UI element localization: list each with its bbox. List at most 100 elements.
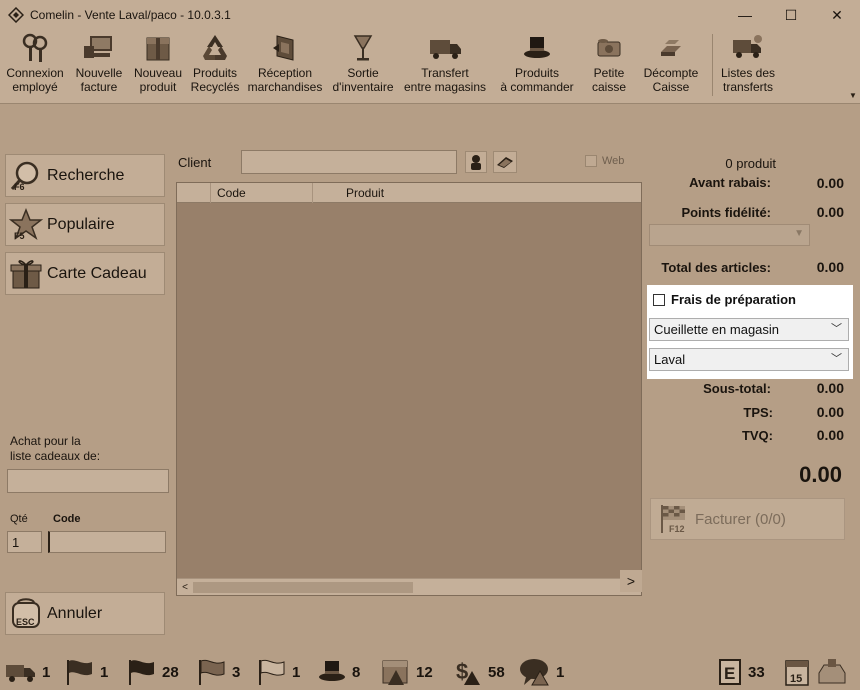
search-shortcut: F6: [14, 181, 25, 192]
keys-icon: [22, 33, 48, 62]
person-icon: [471, 155, 481, 170]
avant-rabais-label: Avant rabais:: [689, 175, 771, 190]
toolbar-decompte-caisse[interactable]: Décompte Caisse: [640, 32, 702, 100]
e-badge-icon: E: [719, 659, 741, 685]
products-grid[interactable]: Code Produit <: [176, 182, 642, 596]
main-toolbar: Connexion employé Nouvelle facture Nouve…: [0, 30, 860, 104]
code-input[interactable]: [48, 531, 166, 553]
toolbar-nouvelle-facture[interactable]: Nouvelle facture: [72, 32, 126, 100]
minimize-button[interactable]: —: [722, 0, 768, 30]
col-produit[interactable]: Produit: [313, 183, 641, 203]
flag-icon: [129, 660, 154, 685]
toolbar-transfert-entre-magasins[interactable]: Transfert entre magasins: [402, 32, 488, 100]
toolbar-nouveau-produit[interactable]: Nouveau produit: [131, 32, 185, 100]
points-select: ▼: [649, 224, 810, 246]
cash-icon: [597, 39, 621, 57]
flag-outline-icon: [199, 659, 225, 685]
store-select[interactable]: Laval ﹀: [649, 348, 849, 371]
points-label: Points fidélité:: [681, 205, 771, 220]
flag-icon: [67, 660, 92, 685]
status-money[interactable]: $ 58: [452, 656, 505, 688]
grand-total: 0.00: [799, 462, 842, 487]
status-flag-1[interactable]: 1: [64, 656, 108, 688]
close-button[interactable]: ✕: [814, 0, 860, 30]
status-reception[interactable]: 12: [380, 656, 433, 688]
code-label: Code: [53, 513, 81, 525]
cancel-button[interactable]: ESC Annuler: [5, 592, 165, 635]
points-value: 0.00: [816, 204, 844, 220]
chevron-down-icon: ▼: [794, 228, 804, 239]
popular-button[interactable]: F5 Populaire: [5, 203, 165, 246]
toolbar-listes-transferts[interactable]: Listes des transferts: [718, 32, 778, 100]
toolbar-connexion-employe[interactable]: Connexion employé: [4, 32, 66, 100]
toolbar-produits-recycles[interactable]: Produits Recyclés: [189, 32, 241, 100]
client-lookup-button[interactable]: [465, 151, 487, 173]
box-warning-icon: [382, 660, 408, 685]
col-code[interactable]: Code: [211, 183, 313, 203]
status-bar: 1 1 28 3 1 8 12 $ 58 1 E 33 15: [0, 652, 860, 690]
status-calendar[interactable]: 15: [784, 656, 816, 688]
flag-white-icon: [259, 659, 285, 685]
chevron-down-icon: ﹀: [831, 323, 842, 335]
status-tray[interactable]: [816, 656, 852, 688]
toolbar-petite-caisse[interactable]: Petite caisse: [586, 32, 632, 100]
scroll-thumb[interactable]: [193, 582, 413, 593]
invoice-button[interactable]: F12 Facturer (0/0): [650, 498, 845, 540]
qty-input[interactable]: [7, 531, 42, 553]
grid-header: Code Produit: [177, 183, 641, 203]
toolbar-reception-marchandises[interactable]: Réception marchandises: [246, 32, 324, 100]
tvq-value: 0.00: [816, 427, 844, 443]
inbox-icon: [818, 659, 846, 684]
grid-horizontal-scrollbar[interactable]: <: [177, 578, 641, 595]
toolbar-overflow-icon[interactable]: ▼: [848, 91, 858, 101]
status-flag-4[interactable]: 1: [256, 656, 300, 688]
status-e-badge[interactable]: E 33: [716, 656, 765, 688]
gift-list-input[interactable]: [7, 469, 169, 493]
popular-shortcut: F5: [14, 230, 25, 241]
svg-text:E: E: [724, 664, 735, 683]
toolbar-produits-a-commander[interactable]: Produits à commander: [494, 32, 580, 100]
truck-list-icon: [733, 35, 762, 58]
maximize-button[interactable]: ☐: [768, 0, 814, 30]
pickup-select[interactable]: Cueillette en magasin ﹀: [649, 318, 849, 341]
status-transfers[interactable]: 1: [4, 656, 50, 688]
receive-box-icon: [273, 35, 294, 61]
tps-value: 0.00: [816, 404, 844, 420]
gift-card-button[interactable]: Carte Cadeau: [5, 252, 165, 295]
tps-label: TPS:: [743, 405, 773, 420]
status-messages[interactable]: 1: [518, 656, 564, 688]
money-warning-icon: $: [456, 659, 480, 685]
truck-icon: [430, 40, 461, 59]
web-checkbox[interactable]: [585, 155, 597, 167]
total-articles-label: Total des articles:: [661, 260, 771, 275]
invoice-shortcut: F12: [669, 524, 685, 534]
product-count: 0 produit: [725, 156, 776, 171]
glass-icon: [353, 35, 373, 61]
box-icon: [146, 37, 170, 61]
magic-hat-icon: [319, 661, 345, 681]
chat-warning-icon: [520, 659, 549, 686]
status-flag-3[interactable]: 3: [196, 656, 240, 688]
magic-hat-icon: [524, 37, 550, 58]
app-logo-icon: [8, 7, 24, 23]
svg-text:$: $: [456, 659, 468, 684]
client-input[interactable]: [241, 150, 457, 174]
avant-rabais-value: 0.00: [816, 175, 844, 191]
search-button[interactable]: F6 Recherche: [5, 154, 165, 197]
scroll-right-icon[interactable]: >: [620, 570, 642, 592]
svg-text:15: 15: [790, 673, 802, 685]
toolbar-sortie-inventaire[interactable]: Sortie d'inventaire: [329, 32, 397, 100]
status-flag-2[interactable]: 28: [126, 656, 179, 688]
col-select[interactable]: [177, 183, 211, 203]
cancel-shortcut: ESC: [16, 616, 35, 627]
truck-icon: [6, 665, 35, 682]
recycle-icon: [203, 35, 227, 60]
prep-fee-checkbox[interactable]: [653, 294, 665, 306]
scroll-left-icon[interactable]: <: [177, 579, 193, 596]
preparation-panel: Frais de préparation Cueillette en magas…: [647, 285, 853, 379]
client-book-button[interactable]: [493, 151, 517, 173]
status-to-order[interactable]: 8: [316, 656, 360, 688]
calendar-icon: 15: [785, 660, 809, 686]
sous-total-value: 0.00: [816, 380, 844, 396]
total-articles-value: 0.00: [816, 259, 844, 275]
